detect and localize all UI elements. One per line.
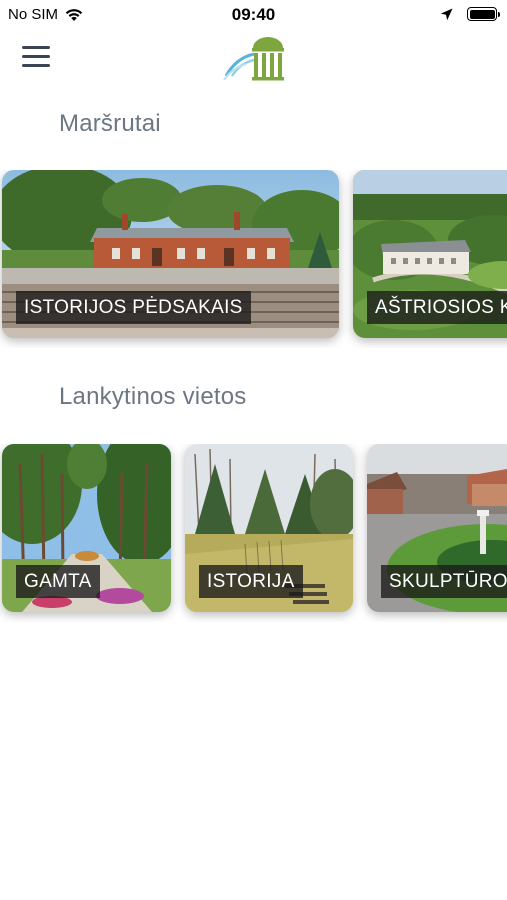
section-title-marsrutai: Maršrutai [59,110,161,137]
nav-bar [0,30,507,88]
card-label: GAMTA [16,565,100,598]
status-right [440,7,500,21]
card-label: SKULPTŪROS [381,565,507,598]
status-bar: No SIM 09:40 [0,0,507,30]
route-card-astriosios[interactable]: AŠTRIOSIOS K [353,170,507,338]
routes-carousel[interactable]: ISTORIJOS PĖDSAKAIS AŠTRIOSIOS K [0,170,507,348]
card-label: AŠTRIOSIOS K [367,291,507,324]
location-arrow-icon [440,8,453,20]
route-card-istorijos-pedsakais[interactable]: ISTORIJOS PĖDSAKAIS [2,170,339,338]
hamburger-menu-icon[interactable] [22,46,50,68]
battery-icon [467,7,500,21]
place-card-gamta[interactable]: GAMTA [2,444,171,612]
place-card-istorija[interactable]: ISTORIJA [185,444,353,612]
place-card-skulpturos[interactable]: SKULPTŪROS [367,444,507,612]
clock: 09:40 [231,5,276,24]
section-title-lankytinos-vietos: Lankytinos vietos [59,383,247,410]
card-label: ISTORIJOS PĖDSAKAIS [16,291,251,324]
card-label: ISTORIJA [199,565,303,598]
rotunda-logo-icon[interactable] [222,36,286,82]
places-carousel[interactable]: GAMTA ISTORIJA SKULPTŪRO [0,444,507,622]
